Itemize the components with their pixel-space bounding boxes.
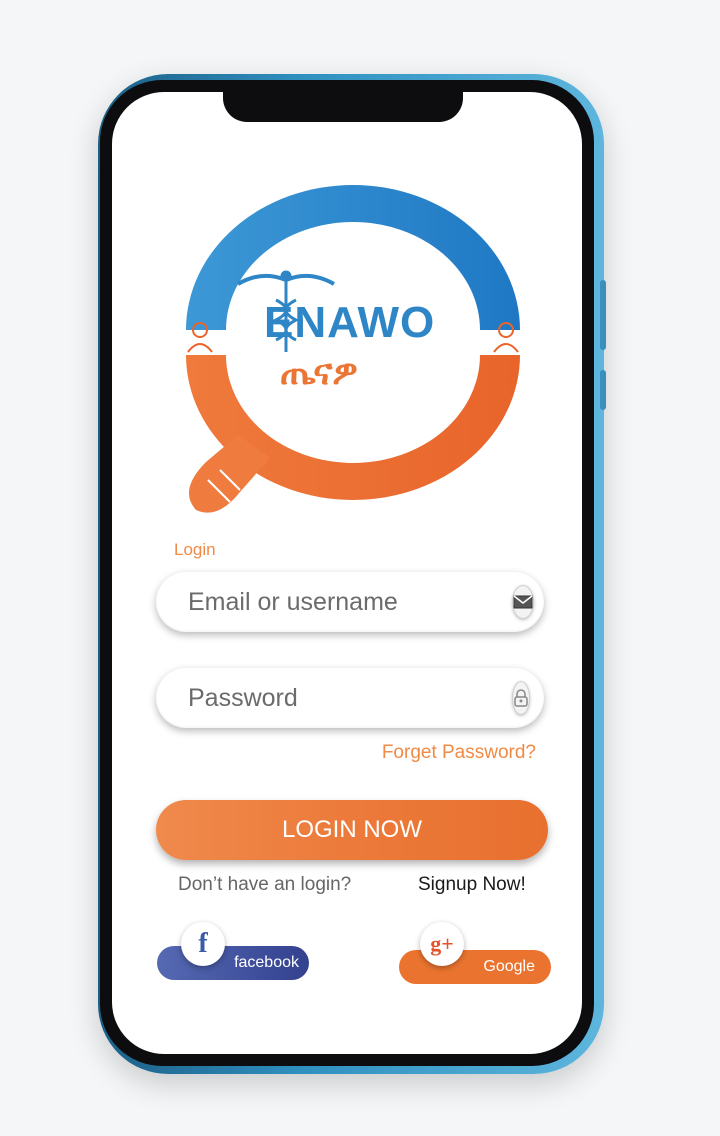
mail-icon: [512, 585, 534, 619]
no-account-text: Don’t have an login?: [178, 874, 352, 895]
login-now-button[interactable]: LOGIN NOW: [156, 800, 548, 860]
logo-amharic-text: ጤናዎ: [280, 352, 358, 393]
google-plus-icon[interactable]: g+: [420, 922, 464, 966]
app-stage: ENAWO ጤናዎ Login Forget Password? LOGIN N…: [0, 0, 720, 1136]
password-field[interactable]: [156, 668, 544, 728]
google-login-button[interactable]: Google: [399, 950, 551, 984]
signup-now-link[interactable]: Signup Now!: [418, 874, 526, 896]
forget-password-link[interactable]: Forget Password?: [382, 742, 536, 764]
phone-notch: [223, 84, 463, 122]
phone-side-button: [600, 280, 606, 350]
lock-icon: [512, 681, 530, 715]
facebook-icon[interactable]: f: [181, 922, 225, 966]
login-caption: Login: [174, 540, 216, 559]
facebook-label: facebook: [234, 954, 299, 971]
phone-side-button: [600, 370, 606, 410]
email-input[interactable]: [186, 586, 512, 618]
app-logo: [186, 185, 520, 513]
facebook-login-button[interactable]: facebook: [157, 946, 309, 980]
email-field[interactable]: [156, 572, 544, 632]
logo-wordmark: ENAWO: [264, 298, 436, 347]
password-input[interactable]: [186, 682, 512, 714]
google-label: Google: [483, 958, 535, 975]
